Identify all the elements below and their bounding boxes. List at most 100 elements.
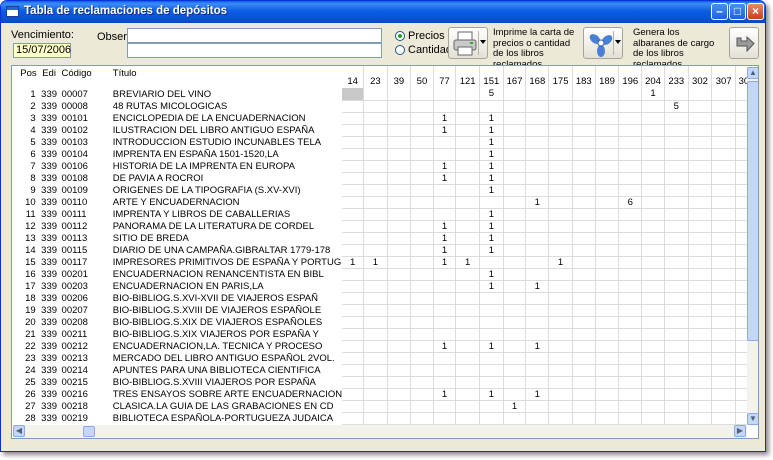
cell-pos[interactable]: 10 [12, 196, 40, 208]
cell-titulo[interactable]: HISTORIA DE LA IMPRENTA EN EUROPA [110, 160, 342, 172]
cell-value[interactable] [342, 172, 365, 185]
cell-value[interactable] [455, 196, 480, 209]
cell-value[interactable] [641, 208, 665, 221]
cell-edi[interactable]: 339 [40, 100, 59, 112]
cell-pos[interactable]: 2 [12, 100, 40, 112]
cell-value[interactable] [342, 328, 365, 341]
cell-value[interactable] [342, 220, 365, 233]
cell-titulo[interactable]: ILUSTRACION DEL LIBRO ANTIGUO ESPAÑA [110, 124, 342, 136]
cell-edi[interactable]: 339 [40, 412, 59, 424]
cell-titulo[interactable]: ENCICLOPEDIA DE LA ENCUADERNACION [110, 112, 342, 124]
cell-value[interactable] [410, 88, 434, 101]
cell-value[interactable] [688, 100, 713, 113]
cell-value[interactable] [641, 232, 665, 245]
cell-pos[interactable]: 15 [12, 256, 40, 268]
table-row[interactable]: 28 339 00219 BIBLIOTECA ESPAÑOLA-PORTUGUEZA… [12, 412, 758, 425]
cell-titulo[interactable]: DE PAVIA A ROCROI [110, 172, 342, 184]
cell-value[interactable] [688, 244, 713, 257]
cell-value[interactable] [688, 376, 713, 389]
cell-value[interactable] [525, 304, 550, 317]
cell-value[interactable] [618, 148, 643, 161]
cell-pos[interactable]: 18 [12, 292, 40, 304]
cell-value[interactable] [455, 172, 480, 185]
cell-codigo[interactable]: 00113 [59, 232, 110, 244]
cell-value[interactable] [688, 184, 713, 197]
cell-value[interactable]: 1 [433, 124, 457, 137]
cell-value[interactable] [363, 268, 388, 281]
cell-value[interactable]: 1 [433, 220, 457, 233]
table-row[interactable]: 19 339 00207 BIO-BIBLIOG.S.XVIII DE VIAJERO… [12, 304, 758, 317]
cell-titulo[interactable]: CLASICA.LA GUIA DE LAS GRABACIONES EN CD [110, 400, 342, 412]
cell-value[interactable] [433, 292, 457, 305]
cell-value[interactable] [410, 292, 434, 305]
cell-value[interactable] [548, 244, 573, 257]
cell-value[interactable] [618, 316, 643, 329]
cell-value[interactable] [548, 376, 573, 389]
cell-value[interactable] [410, 244, 434, 257]
cell-value[interactable] [387, 232, 412, 245]
cell-value[interactable] [664, 292, 689, 305]
cell-value[interactable]: 1 [479, 112, 504, 125]
header-edi[interactable]: Edi [40, 66, 59, 88]
cell-value[interactable] [503, 100, 527, 113]
cell-value[interactable]: 1 [479, 388, 504, 401]
cell-value[interactable] [595, 256, 620, 269]
cell-value[interactable] [503, 316, 527, 329]
cell-value[interactable] [455, 352, 480, 365]
cell-edi[interactable]: 339 [40, 328, 59, 340]
cell-codigo[interactable]: 00007 [59, 88, 110, 100]
cell-value[interactable] [410, 304, 434, 317]
cell-pos[interactable]: 13 [12, 232, 40, 244]
cell-value[interactable] [363, 280, 388, 293]
cell-value[interactable] [595, 160, 620, 173]
header-col-189[interactable]: 189 [595, 66, 620, 88]
cell-value[interactable] [618, 364, 643, 377]
cell-pos[interactable]: 14 [12, 244, 40, 256]
cell-value[interactable] [595, 388, 620, 401]
print-button[interactable] [448, 27, 488, 59]
cell-value[interactable] [503, 112, 527, 125]
cell-value[interactable] [688, 220, 713, 233]
cell-value[interactable] [455, 124, 480, 137]
cell-value[interactable] [525, 376, 550, 389]
cell-value[interactable] [342, 136, 365, 149]
radio-cantidad[interactable] [395, 45, 405, 55]
header-col-50[interactable]: 50 [410, 66, 434, 88]
cell-value[interactable] [664, 280, 689, 293]
cell-codigo[interactable]: 00215 [59, 376, 110, 388]
cell-value[interactable] [479, 304, 504, 317]
cell-value[interactable] [503, 160, 527, 173]
cell-edi[interactable]: 339 [40, 268, 59, 280]
cell-value[interactable] [525, 184, 550, 197]
cell-edi[interactable]: 339 [40, 352, 59, 364]
cell-value[interactable] [525, 400, 550, 413]
cell-value[interactable]: 1 [479, 220, 504, 233]
cell-value[interactable] [410, 400, 434, 413]
cell-codigo[interactable]: 00214 [59, 364, 110, 376]
cell-edi[interactable]: 339 [40, 124, 59, 136]
cell-value[interactable] [387, 184, 412, 197]
cell-titulo[interactable]: BIO-BIBLIOG.S.XIX VIAJEROS POR ESPAÑA Y [110, 328, 342, 340]
cell-value[interactable] [711, 388, 737, 401]
cell-value[interactable] [410, 148, 434, 161]
cell-value[interactable] [387, 340, 412, 353]
cell-value[interactable]: 1 [433, 232, 457, 245]
cell-value[interactable]: 1 [548, 256, 573, 269]
cell-value[interactable] [503, 292, 527, 305]
cell-value[interactable] [387, 208, 412, 221]
cell-titulo[interactable]: PANORAMA DE LA LITERATURA DE CORDEL [110, 220, 342, 232]
cell-value[interactable] [363, 232, 388, 245]
table-row[interactable]: 13 339 00113 SITIO DE BREDA 1 1 [12, 232, 758, 245]
cell-value[interactable] [410, 112, 434, 125]
header-pos[interactable]: Pos [12, 66, 40, 88]
cell-value[interactable] [641, 412, 665, 425]
cell-value[interactable] [455, 340, 480, 353]
cell-value[interactable] [548, 328, 573, 341]
cell-value[interactable] [433, 268, 457, 281]
cell-value[interactable] [455, 280, 480, 293]
cell-value[interactable]: 6 [618, 196, 643, 209]
table-row[interactable]: 25 339 00215 BIO-BIBLIOG.S.XVIII VIAJEROS P… [12, 376, 758, 389]
cell-value[interactable] [711, 220, 737, 233]
cell-value[interactable] [641, 184, 665, 197]
cell-edi[interactable]: 339 [40, 244, 59, 256]
